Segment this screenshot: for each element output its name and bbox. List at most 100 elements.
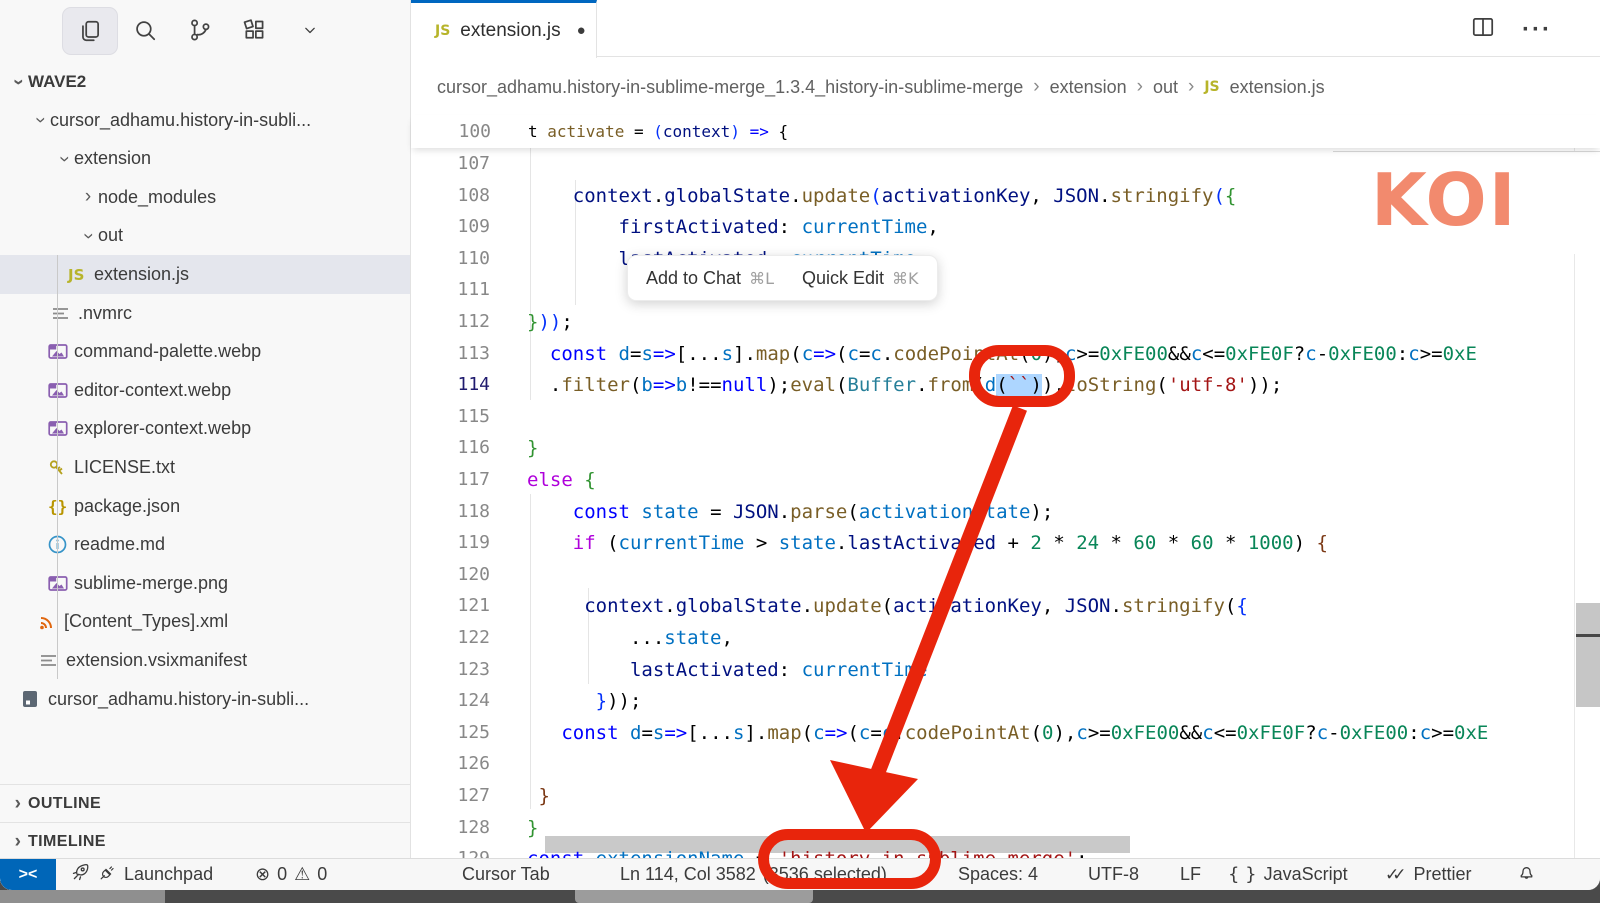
line-number[interactable]: 123 (410, 654, 490, 686)
tree-item--content-types-xml[interactable]: [Content_Types].xml (0, 602, 410, 641)
line-number[interactable]: 116 (410, 432, 490, 464)
line-number[interactable]: 120 (410, 559, 490, 591)
tree-item-command-palette-webp[interactable]: command-palette.webp (0, 332, 410, 371)
code-token: ( (630, 374, 641, 396)
eol-status[interactable]: LF (1180, 859, 1201, 890)
tree-item-extension[interactable]: ›extension (0, 139, 410, 178)
breadcrumb-item[interactable]: cursor_adhamu.history-in-sublime-merge_1… (437, 77, 1023, 98)
line-number[interactable]: 122 (410, 622, 490, 654)
code-line-118[interactable]: 118 const state = JSON.parse(activationS… (410, 496, 1600, 528)
tree-item-extension-vsixmanifest[interactable]: extension.vsixmanifest (0, 641, 410, 680)
code-line-126[interactable]: 126 (410, 748, 1600, 780)
tree-item-explorer-context-webp[interactable]: explorer-context.webp (0, 409, 410, 448)
code-line-123[interactable]: 123 lastActivated: currentTime (410, 654, 1600, 686)
language-status[interactable]: { } JavaScript (1228, 859, 1348, 890)
timeline-section[interactable]: › TIMELINE (0, 822, 410, 861)
line-number[interactable]: 110 (410, 243, 490, 275)
tree-item-sublime-merge-png[interactable]: sublime-merge.png (0, 564, 410, 603)
line-number[interactable]: 124 (410, 685, 490, 717)
code-token: ( (847, 722, 858, 744)
sticky-scroll-line[interactable]: 100 t activate = (context) => { (411, 115, 1600, 148)
more-actions-icon[interactable]: ··· (1522, 20, 1552, 40)
modified-dot-icon[interactable]: ● (577, 22, 586, 39)
code-line-112[interactable]: 112})); (410, 306, 1600, 338)
line-number[interactable]: 109 (410, 211, 490, 243)
code-line-122[interactable]: 122 ...state, (410, 622, 1600, 654)
line-number[interactable]: 119 (410, 527, 490, 559)
line-number[interactable]: 126 (410, 748, 490, 780)
line-number[interactable]: 117 (410, 464, 490, 496)
line-number[interactable]: 127 (410, 780, 490, 812)
code-token: ? (1294, 343, 1305, 365)
breadcrumb-item[interactable]: extension.js (1230, 77, 1325, 98)
extensions-icon[interactable] (241, 16, 269, 44)
code-token: . (1111, 595, 1122, 617)
line-number[interactable]: 115 (410, 401, 490, 433)
code-token: activationKey (893, 595, 1042, 617)
line-number[interactable]: 118 (410, 496, 490, 528)
notifications-status[interactable] (1516, 859, 1537, 890)
tree-item-package-json[interactable]: {}package.json (0, 487, 410, 526)
code-line-120[interactable]: 120 (410, 559, 1600, 591)
cursor-tab-status[interactable]: Cursor Tab (462, 859, 550, 890)
line-number[interactable]: 112 (410, 306, 490, 338)
add-to-chat-label: Add to Chat (646, 268, 741, 289)
line-number[interactable]: 100 (411, 115, 491, 148)
line-number[interactable]: 114 (410, 369, 490, 401)
tree-item-editor-context-webp[interactable]: editor-context.webp (0, 371, 410, 410)
tree-item-license-txt[interactable]: LICENSE.txt (0, 448, 410, 487)
code-token: . (802, 595, 813, 617)
line-number[interactable]: 108 (410, 180, 490, 212)
tree-item-cursor-adhamu-history-in-subli-[interactable]: ›cursor_adhamu.history-in-subli... (0, 101, 410, 140)
tree-item-label: extension.vsixmanifest (66, 650, 247, 671)
code-line-117[interactable]: 117else { (410, 464, 1600, 496)
tree-item-label: explorer-context.webp (74, 418, 251, 439)
line-number[interactable]: 128 (410, 812, 490, 844)
add-to-chat-button[interactable]: Add to Chat ⌘L (646, 268, 774, 289)
code-token: = (859, 343, 870, 365)
line-number[interactable]: 121 (410, 590, 490, 622)
source-control-icon[interactable] (186, 16, 214, 44)
chevron-down-icon[interactable] (296, 16, 324, 44)
tree-item-out[interactable]: ›out (0, 216, 410, 255)
split-editor-icon[interactable] (1470, 14, 1496, 45)
files-icon[interactable] (62, 7, 118, 55)
code-line-111[interactable]: 111 (410, 274, 1600, 306)
code-line-128[interactable]: 128} (410, 812, 1600, 844)
code-token: ) (730, 122, 740, 141)
outline-section[interactable]: › OUTLINE (0, 784, 410, 823)
tab-extension-js[interactable]: JS extension.js ● (411, 0, 597, 58)
tree-item-readme-md[interactable]: readme.md (0, 525, 410, 564)
code-line-125[interactable]: 125 const d=s=>[...s].map(c=>(c=c.codePo… (410, 717, 1600, 749)
tree-item-node-modules[interactable]: ›node_modules (0, 178, 410, 217)
js-file-icon: JS (435, 23, 450, 39)
tree-item-wave2[interactable]: ›WAVE2 (0, 62, 410, 101)
code-token: 24 (1076, 532, 1099, 554)
remote-indicator[interactable]: >< (0, 859, 56, 890)
line-number[interactable]: 107 (410, 148, 490, 180)
encoding-status[interactable]: UTF-8 (1088, 859, 1139, 890)
indentation-status[interactable]: Spaces: 4 (958, 859, 1038, 890)
code-line-124[interactable]: 124 })); (410, 685, 1600, 717)
code-token: = (630, 343, 641, 365)
line-number[interactable]: 113 (410, 338, 490, 370)
line-number[interactable]: 125 (410, 717, 490, 749)
tree-item-extension-js[interactable]: JSextension.js (0, 255, 410, 294)
formatter-status[interactable]: ✓✓ Prettier (1385, 859, 1472, 890)
code-token: ; (561, 311, 572, 333)
quick-edit-button[interactable]: Quick Edit ⌘K (802, 268, 919, 289)
search-icon[interactable] (131, 16, 159, 44)
problems-status[interactable]: ⊗ 0 ⚠ 0 (255, 859, 327, 890)
tree-item-cursor-adhamu-history-in-subli-[interactable]: cursor_adhamu.history-in-subli... (0, 680, 410, 719)
breadcrumb-item[interactable]: extension (1050, 77, 1127, 98)
code-line-119[interactable]: 119 if (currentTime > state.lastActivate… (410, 527, 1600, 559)
launchpad-button[interactable]: Launchpad (70, 859, 213, 890)
code-line-127[interactable]: 127 } (410, 780, 1600, 812)
line-number[interactable]: 111 (410, 274, 490, 306)
breadcrumb-item[interactable]: out (1153, 77, 1178, 98)
code-line-121[interactable]: 121 context.globalState.update(activatio… (410, 590, 1600, 622)
code-token: !== (687, 374, 721, 396)
code-line-116[interactable]: 116} (410, 432, 1600, 464)
braces-icon: { } (1228, 864, 1257, 885)
tree-item--nvmrc[interactable]: .nvmrc (0, 294, 410, 333)
